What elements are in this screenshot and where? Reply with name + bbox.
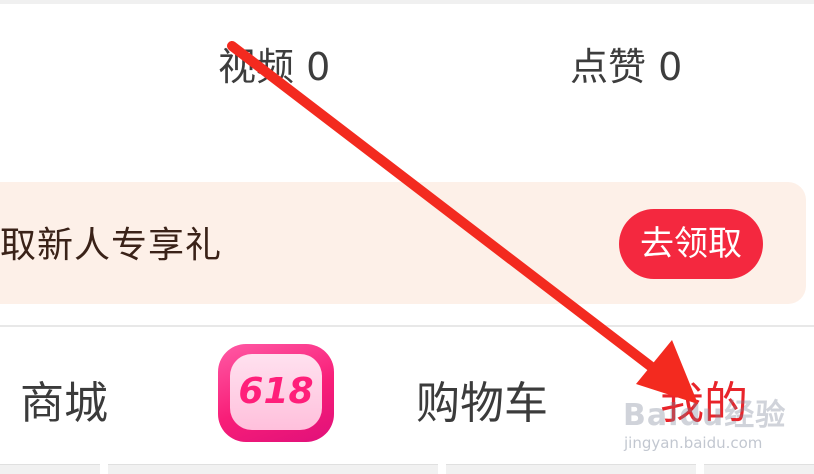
promo-label: 618 (238, 371, 314, 412)
tabbar-divider (0, 325, 814, 327)
baidu-watermark-logo: Baidu经验 (623, 398, 787, 433)
top-divider (0, 0, 814, 4)
promo-618-icon[interactable]: 618 (218, 344, 334, 442)
likes-count[interactable]: 点赞 0 (570, 40, 682, 94)
banner-text: 取新人专享礼 (0, 225, 223, 266)
tab-cart[interactable]: 购物车 (416, 374, 548, 434)
promo-icon-inner: 618 (230, 354, 322, 430)
new-user-gift-banner[interactable]: 取新人专享礼 去领取 (0, 182, 806, 304)
videos-count[interactable]: 视频 0 (218, 40, 330, 94)
baidu-watermark-url: jingyan.baidu.com (624, 434, 763, 452)
tab-mall[interactable]: 商城 (20, 374, 108, 434)
claim-button[interactable]: 去领取 (619, 209, 763, 279)
